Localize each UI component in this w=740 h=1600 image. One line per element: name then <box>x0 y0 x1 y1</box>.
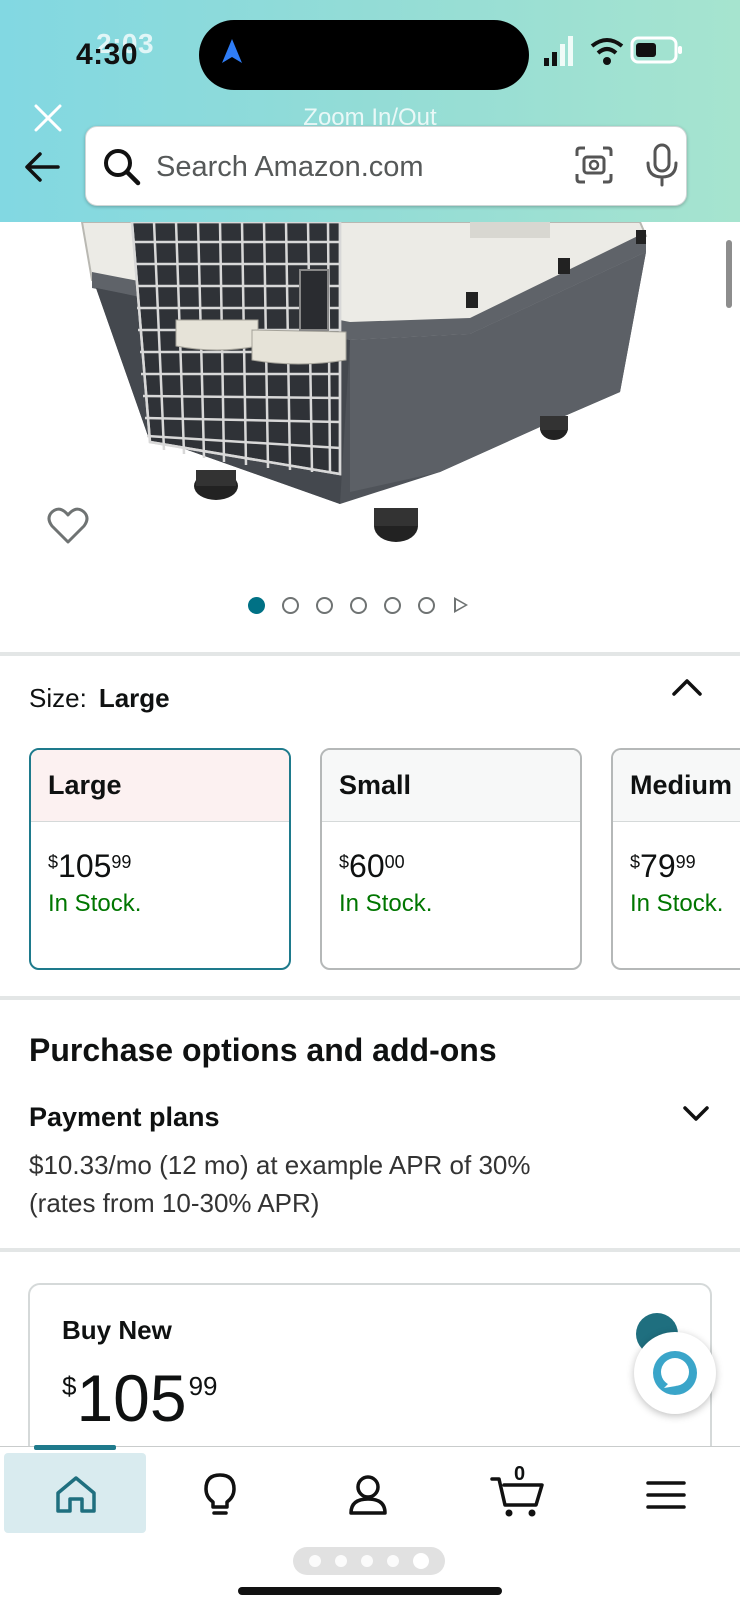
status-time: 4:30 <box>76 38 139 71</box>
size-option-price: $ 79 99 <box>630 848 696 885</box>
payment-plans-title[interactable]: Payment plans <box>29 1102 220 1133</box>
size-option-name: Large <box>31 750 289 822</box>
carousel-dot[interactable] <box>384 596 401 614</box>
alexa-icon <box>653 1351 697 1395</box>
product-image[interactable] <box>0 222 740 582</box>
size-option-medium[interactable]: Medium $ 79 99 In Stock. <box>611 748 740 970</box>
size-option-name: Small <box>322 750 580 822</box>
cart-count: 0 <box>514 1463 526 1485</box>
carousel-dot[interactable] <box>282 596 299 614</box>
page-dot <box>413 1553 429 1569</box>
lightbulb-icon[interactable] <box>196 1471 244 1519</box>
price-whole: 60 <box>349 848 385 884</box>
page-dot <box>309 1555 321 1567</box>
price-symbol: $ <box>48 852 59 872</box>
signal-icon <box>544 36 573 66</box>
price-symbol: $ <box>339 852 350 872</box>
image-carousel-dots[interactable] <box>248 594 468 616</box>
bottom-nav: 0 <box>0 1445 740 1600</box>
home-indicator[interactable] <box>238 1587 502 1595</box>
search-input[interactable] <box>156 145 536 189</box>
page-dot <box>361 1555 373 1567</box>
back-arrow-icon[interactable] <box>22 147 62 187</box>
price-cents: 99 <box>188 1371 218 1401</box>
stock-status: In Stock. <box>339 890 433 917</box>
search-bar[interactable] <box>85 126 687 206</box>
price-symbol: $ <box>62 1371 77 1401</box>
price-whole: 105 <box>76 1361 187 1435</box>
close-icon[interactable] <box>32 102 64 134</box>
buy-new-price: $ 105 99 <box>62 1365 218 1431</box>
section-divider <box>0 652 740 656</box>
wifi-icon <box>590 38 624 65</box>
play-video-icon[interactable] <box>454 597 468 613</box>
page-indicator[interactable] <box>293 1547 445 1575</box>
size-option-price: $ 60 00 <box>339 848 405 885</box>
dynamic-island <box>199 20 529 90</box>
status-icons <box>544 36 682 66</box>
carousel-dot[interactable] <box>418 596 435 614</box>
section-divider <box>0 1248 740 1252</box>
pet-crate-image <box>80 222 648 542</box>
carousel-dot[interactable] <box>316 596 333 614</box>
price-whole: 105 <box>58 848 112 884</box>
chevron-down-icon[interactable] <box>682 1104 710 1124</box>
camera-icon[interactable] <box>574 145 614 185</box>
scroll-indicator[interactable] <box>726 240 732 308</box>
price-cents: 00 <box>384 852 405 872</box>
account-icon[interactable] <box>344 1471 392 1519</box>
buy-new-title: Buy New <box>62 1315 172 1345</box>
page-dot <box>335 1555 347 1567</box>
price-symbol: $ <box>630 852 641 872</box>
alexa-button[interactable] <box>634 1332 716 1414</box>
heart-icon[interactable] <box>46 506 90 546</box>
stock-status: In Stock. <box>48 890 142 917</box>
search-icon <box>104 149 141 186</box>
price-cents: 99 <box>111 852 132 872</box>
nav-active-indicator <box>34 1445 116 1450</box>
stock-status: In Stock. <box>630 890 724 917</box>
section-divider <box>0 996 740 1000</box>
purchase-options-title: Purchase options and add-ons <box>29 1032 497 1068</box>
battery-icon <box>630 36 682 64</box>
mic-icon[interactable] <box>642 143 682 187</box>
size-label: Size: Large <box>29 683 170 714</box>
size-selected-value: Large <box>98 683 170 713</box>
size-option-price: $ 105 99 <box>48 848 131 885</box>
payment-plans-text: $10.33/mo (12 mo) at example APR of 30% … <box>29 1150 531 1218</box>
size-label-prefix: Size: <box>29 683 87 713</box>
home-icon[interactable] <box>52 1471 100 1519</box>
price-cents: 99 <box>675 852 696 872</box>
size-option-small[interactable]: Small $ 60 00 In Stock. <box>320 748 582 970</box>
page-dot <box>387 1555 399 1567</box>
chevron-up-icon[interactable] <box>670 676 704 698</box>
price-whole: 79 <box>640 848 676 884</box>
menu-icon[interactable] <box>642 1471 690 1519</box>
size-option-name: Medium <box>613 750 740 822</box>
size-option-large[interactable]: Large $ 105 99 In Stock. <box>29 748 291 970</box>
carousel-dot[interactable] <box>248 596 265 614</box>
carousel-dot[interactable] <box>350 596 367 614</box>
app-header: 2:03 4:30 Zoom In/Out <box>0 0 740 222</box>
location-arrow-icon <box>222 39 242 63</box>
